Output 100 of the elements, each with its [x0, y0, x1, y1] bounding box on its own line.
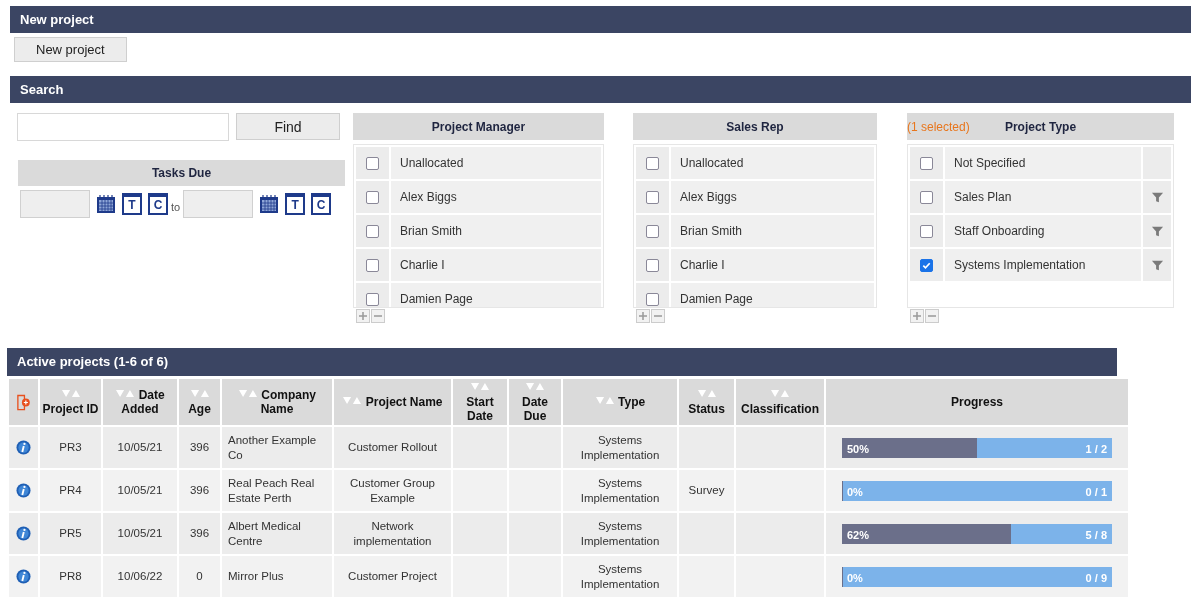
- table-cell: 396: [179, 470, 220, 511]
- calendar-shortcut-button[interactable]: T: [285, 193, 306, 215]
- new-project-button[interactable]: New project: [14, 37, 127, 62]
- filter-title: Project Manager: [431, 119, 526, 134]
- option-label[interactable]: Sales Plan: [945, 181, 1141, 213]
- filter-icon[interactable]: [1150, 258, 1164, 272]
- section-header: Search: [10, 76, 1191, 103]
- option-label[interactable]: Alex Biggs: [391, 181, 601, 213]
- calendar-shortcut-button[interactable]: T: [122, 193, 142, 215]
- progress-count: 0 / 9: [1085, 570, 1107, 586]
- table-cell: PR5: [40, 513, 101, 554]
- plus-icon[interactable]: [910, 309, 924, 323]
- column-header[interactable]: Type: [563, 379, 677, 425]
- progress-count: 1 / 2: [1085, 441, 1107, 457]
- checkbox[interactable]: [366, 190, 379, 204]
- minus-icon[interactable]: [925, 309, 939, 323]
- option-label[interactable]: Unallocated: [391, 147, 601, 179]
- progress-percent: 62%: [847, 527, 870, 543]
- table-cell: PR4: [40, 470, 101, 511]
- column-header[interactable]: Company Name: [222, 379, 332, 425]
- checkbox[interactable]: [646, 224, 659, 238]
- column-header[interactable]: Project ID: [40, 379, 101, 425]
- column-header[interactable]: Age: [179, 379, 220, 425]
- checkbox[interactable]: [646, 292, 659, 306]
- column-header[interactable]: Start Date: [453, 379, 507, 425]
- date-field[interactable]: [20, 190, 90, 218]
- option-label[interactable]: Alex Biggs: [671, 181, 874, 213]
- add-project-icon[interactable]: [16, 393, 31, 411]
- table-cell: Systems Implementation: [563, 470, 677, 511]
- table-cell: 10/06/22: [103, 556, 177, 597]
- filter-icon[interactable]: [1150, 224, 1164, 238]
- calendar-shortcut-button[interactable]: C: [148, 193, 168, 215]
- calendar-icon[interactable]: [259, 194, 280, 214]
- checkbox[interactable]: [646, 190, 659, 204]
- option-label[interactable]: Brian Smith: [391, 215, 601, 247]
- table-cell: Systems Implementation: [563, 427, 677, 468]
- minus-icon[interactable]: [371, 309, 385, 323]
- date-field[interactable]: [183, 190, 254, 218]
- progress-count: 5 / 8: [1085, 527, 1107, 543]
- minus-icon[interactable]: [651, 309, 665, 323]
- table-cell: Systems Implementation: [563, 513, 677, 554]
- filter-title: Sales Rep: [726, 119, 784, 134]
- option-label[interactable]: Unallocated: [671, 147, 874, 179]
- option-label[interactable]: Systems Implementation: [945, 249, 1141, 281]
- checkbox[interactable]: [646, 258, 659, 272]
- filter-icon[interactable]: [1150, 190, 1164, 204]
- selected-count: (1 selected): [907, 119, 971, 134]
- option-label[interactable]: Brian Smith: [671, 215, 874, 247]
- table-cell: 396: [179, 513, 220, 554]
- table-cell: Customer Project: [334, 556, 451, 597]
- plus-icon[interactable]: [356, 309, 370, 323]
- info-icon[interactable]: [16, 483, 31, 498]
- checkbox[interactable]: [920, 224, 933, 238]
- checkbox[interactable]: [366, 156, 379, 170]
- table-cell: PR8: [40, 556, 101, 597]
- section-header: Active projects (1-6 of 6): [7, 348, 1117, 376]
- tasks-due-header: Tasks Due: [18, 160, 345, 186]
- column-header[interactable]: Date Due: [509, 379, 561, 425]
- table-cell: Another Example Co: [222, 427, 332, 468]
- checkbox[interactable]: [920, 190, 933, 204]
- table-cell: 0: [179, 556, 220, 597]
- search-field[interactable]: [17, 113, 229, 141]
- option-label[interactable]: Damien Page: [391, 283, 601, 307]
- calendar-shortcut-button[interactable]: C: [311, 193, 332, 215]
- info-icon[interactable]: [16, 440, 31, 455]
- range-label: to: [171, 201, 181, 213]
- info-icon[interactable]: [16, 569, 31, 584]
- table-cell: Survey: [679, 470, 734, 511]
- option-label[interactable]: Charlie I: [671, 249, 874, 281]
- checkbox[interactable]: [366, 224, 379, 238]
- checkbox[interactable]: [366, 258, 379, 272]
- checkbox[interactable]: [920, 156, 933, 170]
- table-cell: 10/05/21: [103, 427, 177, 468]
- progress-percent: 50%: [847, 441, 870, 457]
- find-button[interactable]: Find: [236, 113, 340, 140]
- progress-percent: 0%: [847, 570, 863, 586]
- option-label[interactable]: Staff Onboarding: [945, 215, 1141, 247]
- table-cell: Network implementation: [334, 513, 451, 554]
- column-header[interactable]: Status: [679, 379, 734, 425]
- option-label[interactable]: Not Specified: [945, 147, 1141, 179]
- info-icon[interactable]: [16, 526, 31, 541]
- progress-count: 0 / 1: [1085, 484, 1107, 500]
- section-header: New project: [10, 6, 1191, 33]
- table-cell: Mirror Plus: [222, 556, 332, 597]
- progress-percent: 0%: [847, 484, 863, 500]
- column-header[interactable]: Date Added: [103, 379, 177, 425]
- table-cell: Albert Medical Centre: [222, 513, 332, 554]
- checkbox[interactable]: [366, 292, 379, 306]
- checkbox[interactable]: [920, 258, 933, 272]
- table-cell: Customer Group Example: [334, 470, 451, 511]
- option-label[interactable]: Charlie I: [391, 249, 601, 281]
- column-header[interactable]: Project Name: [334, 379, 451, 425]
- plus-icon[interactable]: [636, 309, 650, 323]
- checkbox[interactable]: [646, 156, 659, 170]
- calendar-icon[interactable]: [96, 194, 116, 214]
- table-cell: PR3: [40, 427, 101, 468]
- table-cell: Real Peach Real Estate Perth: [222, 470, 332, 511]
- option-label[interactable]: Damien Page: [671, 283, 874, 307]
- table-cell: 10/05/21: [103, 470, 177, 511]
- column-header[interactable]: Classification: [736, 379, 824, 425]
